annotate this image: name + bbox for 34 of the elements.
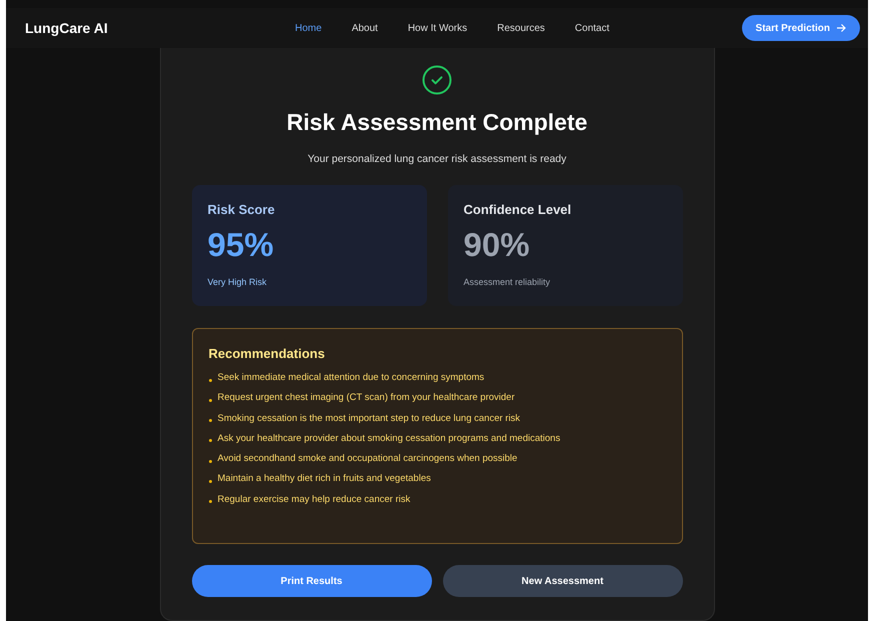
- recommendations-title: Recommendations: [208, 346, 326, 361]
- metric-label: Risk Score: [208, 202, 276, 217]
- nav-link[interactable]: Resources: [497, 22, 545, 34]
- bullet-icon: [208, 378, 212, 382]
- bullet-icon: [208, 460, 212, 463]
- metric-value: 95%: [208, 226, 275, 264]
- metric-caption: Very High Risk: [208, 277, 268, 287]
- nav-link[interactable]: Contact: [574, 22, 610, 34]
- bullet-icon: [208, 480, 212, 483]
- recommendation-text: Smoking cessation is the most important step to reduce lung cancer risk: [218, 412, 520, 424]
- recommendation-text: Request urgent chest imaging (CT scan) from your healthcare provider: [218, 392, 515, 404]
- recommendation-text: Regular exercise may help reduce cancer risk: [218, 494, 410, 505]
- start-prediction-button[interactable]: Start Prediction: [742, 15, 860, 41]
- recommendation-text: Seek immediate medical attention due to concerning symptoms: [218, 372, 484, 383]
- recommendation-text: Maintain a healthy diet rich in fruits and vegetables: [218, 473, 431, 484]
- print-results-button[interactable]: Print Results: [192, 565, 432, 597]
- bullet-icon: [208, 439, 212, 442]
- recommendation-text: Ask your healthcare provider about smoking cessation programs and medications: [218, 432, 560, 444]
- bullet-icon: [208, 398, 212, 402]
- nav-link[interactable]: Home: [295, 22, 322, 34]
- metric-label: Confidence Level: [464, 202, 572, 217]
- page-subtitle: Your personalized lung cancer risk assessment is ready: [308, 153, 566, 165]
- nav-link[interactable]: How It Works: [408, 22, 468, 34]
- metric-caption: Assessment reliability: [464, 277, 552, 287]
- recommendation-text: Avoid secondhand smoke and occupational carcinogens when possible: [218, 453, 518, 464]
- nav-link[interactable]: About: [352, 22, 378, 34]
- arrow-right-icon: [836, 23, 846, 33]
- bullet-icon: [208, 500, 212, 504]
- page-title: Risk Assessment Complete: [286, 109, 588, 136]
- bullet-icon: [208, 419, 212, 422]
- metric-value: 90%: [464, 226, 531, 264]
- check-circle-icon: [422, 65, 452, 95]
- brand-name: LungCare AI: [25, 20, 109, 36]
- new-assessment-button[interactable]: New Assessment: [442, 565, 682, 597]
